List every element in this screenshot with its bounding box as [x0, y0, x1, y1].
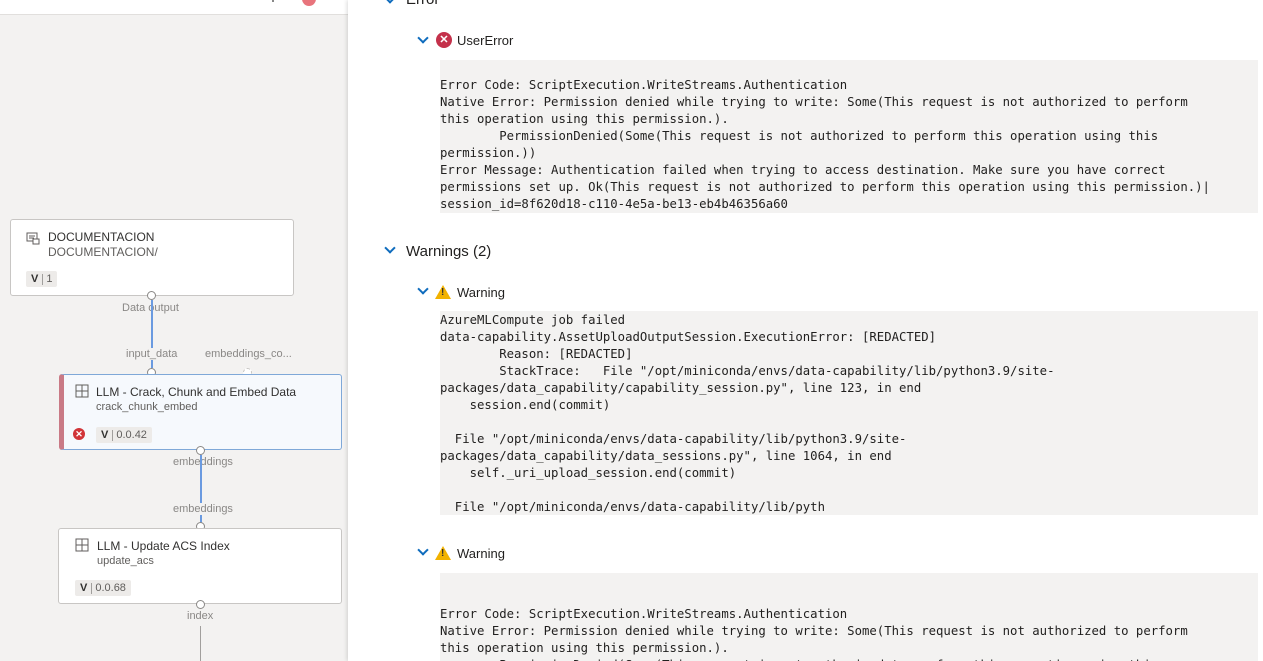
node-title: DOCUMENTACION [48, 230, 155, 244]
error-details-code: Error Code: ScriptExecution.WriteStreams… [440, 60, 1258, 213]
warning-title[interactable]: Warning [457, 546, 505, 561]
error-status-icon: ✕ [73, 428, 85, 440]
warning-triangle-icon: ! [435, 285, 451, 299]
warning-triangle-icon: ! [435, 546, 451, 560]
warnings-section-title[interactable]: Warnings (2) [406, 243, 491, 260]
version-value: 1 [46, 273, 53, 285]
node-title: LLM - Crack, Chunk and Embed Data [96, 385, 297, 399]
version-prefix: V [80, 582, 88, 594]
port-label: index [187, 610, 214, 622]
version-value: 0.0.68 [95, 582, 126, 594]
version-badge: V 0.0.68 [75, 580, 131, 596]
chevron-down-icon[interactable] [417, 32, 429, 44]
component-node-crack-chunk-embed[interactable]: LLM - Crack, Chunk and Embed Data crack_… [59, 374, 342, 450]
error-circle-icon: ✕ [436, 32, 452, 48]
warning-details-code: Error Code: ScriptExecution.WriteStreams… [440, 573, 1258, 661]
component-icon [75, 384, 89, 398]
error-indicator-icon[interactable] [302, 0, 316, 6]
warning-title[interactable]: Warning [457, 285, 505, 300]
version-prefix: V [101, 429, 109, 441]
connection-edge[interactable] [200, 626, 201, 661]
dataset-icon [26, 232, 40, 245]
chevron-down-icon[interactable] [384, 0, 396, 4]
port-label: embeddings [173, 503, 233, 515]
port-label: embeddings [173, 456, 233, 468]
node-title: LLM - Update ACS Index [97, 539, 230, 553]
warning-code-text: AzureMLCompute job failed data-capabilit… [440, 313, 1055, 514]
component-icon [75, 538, 89, 552]
version-badge: V 0.0.42 [96, 427, 152, 443]
chevron-down-icon[interactable] [417, 544, 429, 556]
chevron-down-icon[interactable] [384, 242, 396, 254]
output-port[interactable] [147, 291, 156, 300]
port-label: input_data [126, 348, 178, 360]
job-details-panel[interactable]: Error ✕ UserError Error Code: ScriptExec… [348, 0, 1263, 661]
output-port[interactable] [196, 600, 205, 609]
node-subtitle: crack_chunk_embed [96, 401, 198, 413]
chevron-down-icon[interactable] [417, 283, 429, 295]
error-section-title[interactable]: Error [406, 0, 439, 8]
output-port[interactable] [196, 446, 205, 455]
toolbar-divider [262, 0, 274, 2]
version-badge: V1 [26, 271, 58, 287]
warning-details-code: AzureMLCompute job failed data-capabilit… [440, 311, 1258, 515]
node-subtitle: update_acs [97, 555, 154, 567]
version-prefix: V [31, 273, 39, 285]
canvas-toolbar [0, 0, 348, 15]
dataset-node[interactable]: DOCUMENTACION DOCUMENTACION/ V1 [10, 219, 294, 296]
user-error-title[interactable]: UserError [457, 33, 513, 48]
component-node-update-acs[interactable]: LLM - Update ACS Index update_acs V 0.0.6… [58, 528, 342, 604]
node-subtitle: DOCUMENTACION/ [48, 245, 158, 259]
pipeline-canvas[interactable]: DOCUMENTACION DOCUMENTACION/ V1 Data out… [0, 0, 348, 661]
error-code-text: Error Code: ScriptExecution.WriteStreams… [440, 78, 1210, 211]
warning-code-text: Error Code: ScriptExecution.WriteStreams… [440, 607, 1188, 661]
port-label: embeddings_co... [205, 348, 292, 360]
version-value: 0.0.42 [116, 429, 147, 441]
